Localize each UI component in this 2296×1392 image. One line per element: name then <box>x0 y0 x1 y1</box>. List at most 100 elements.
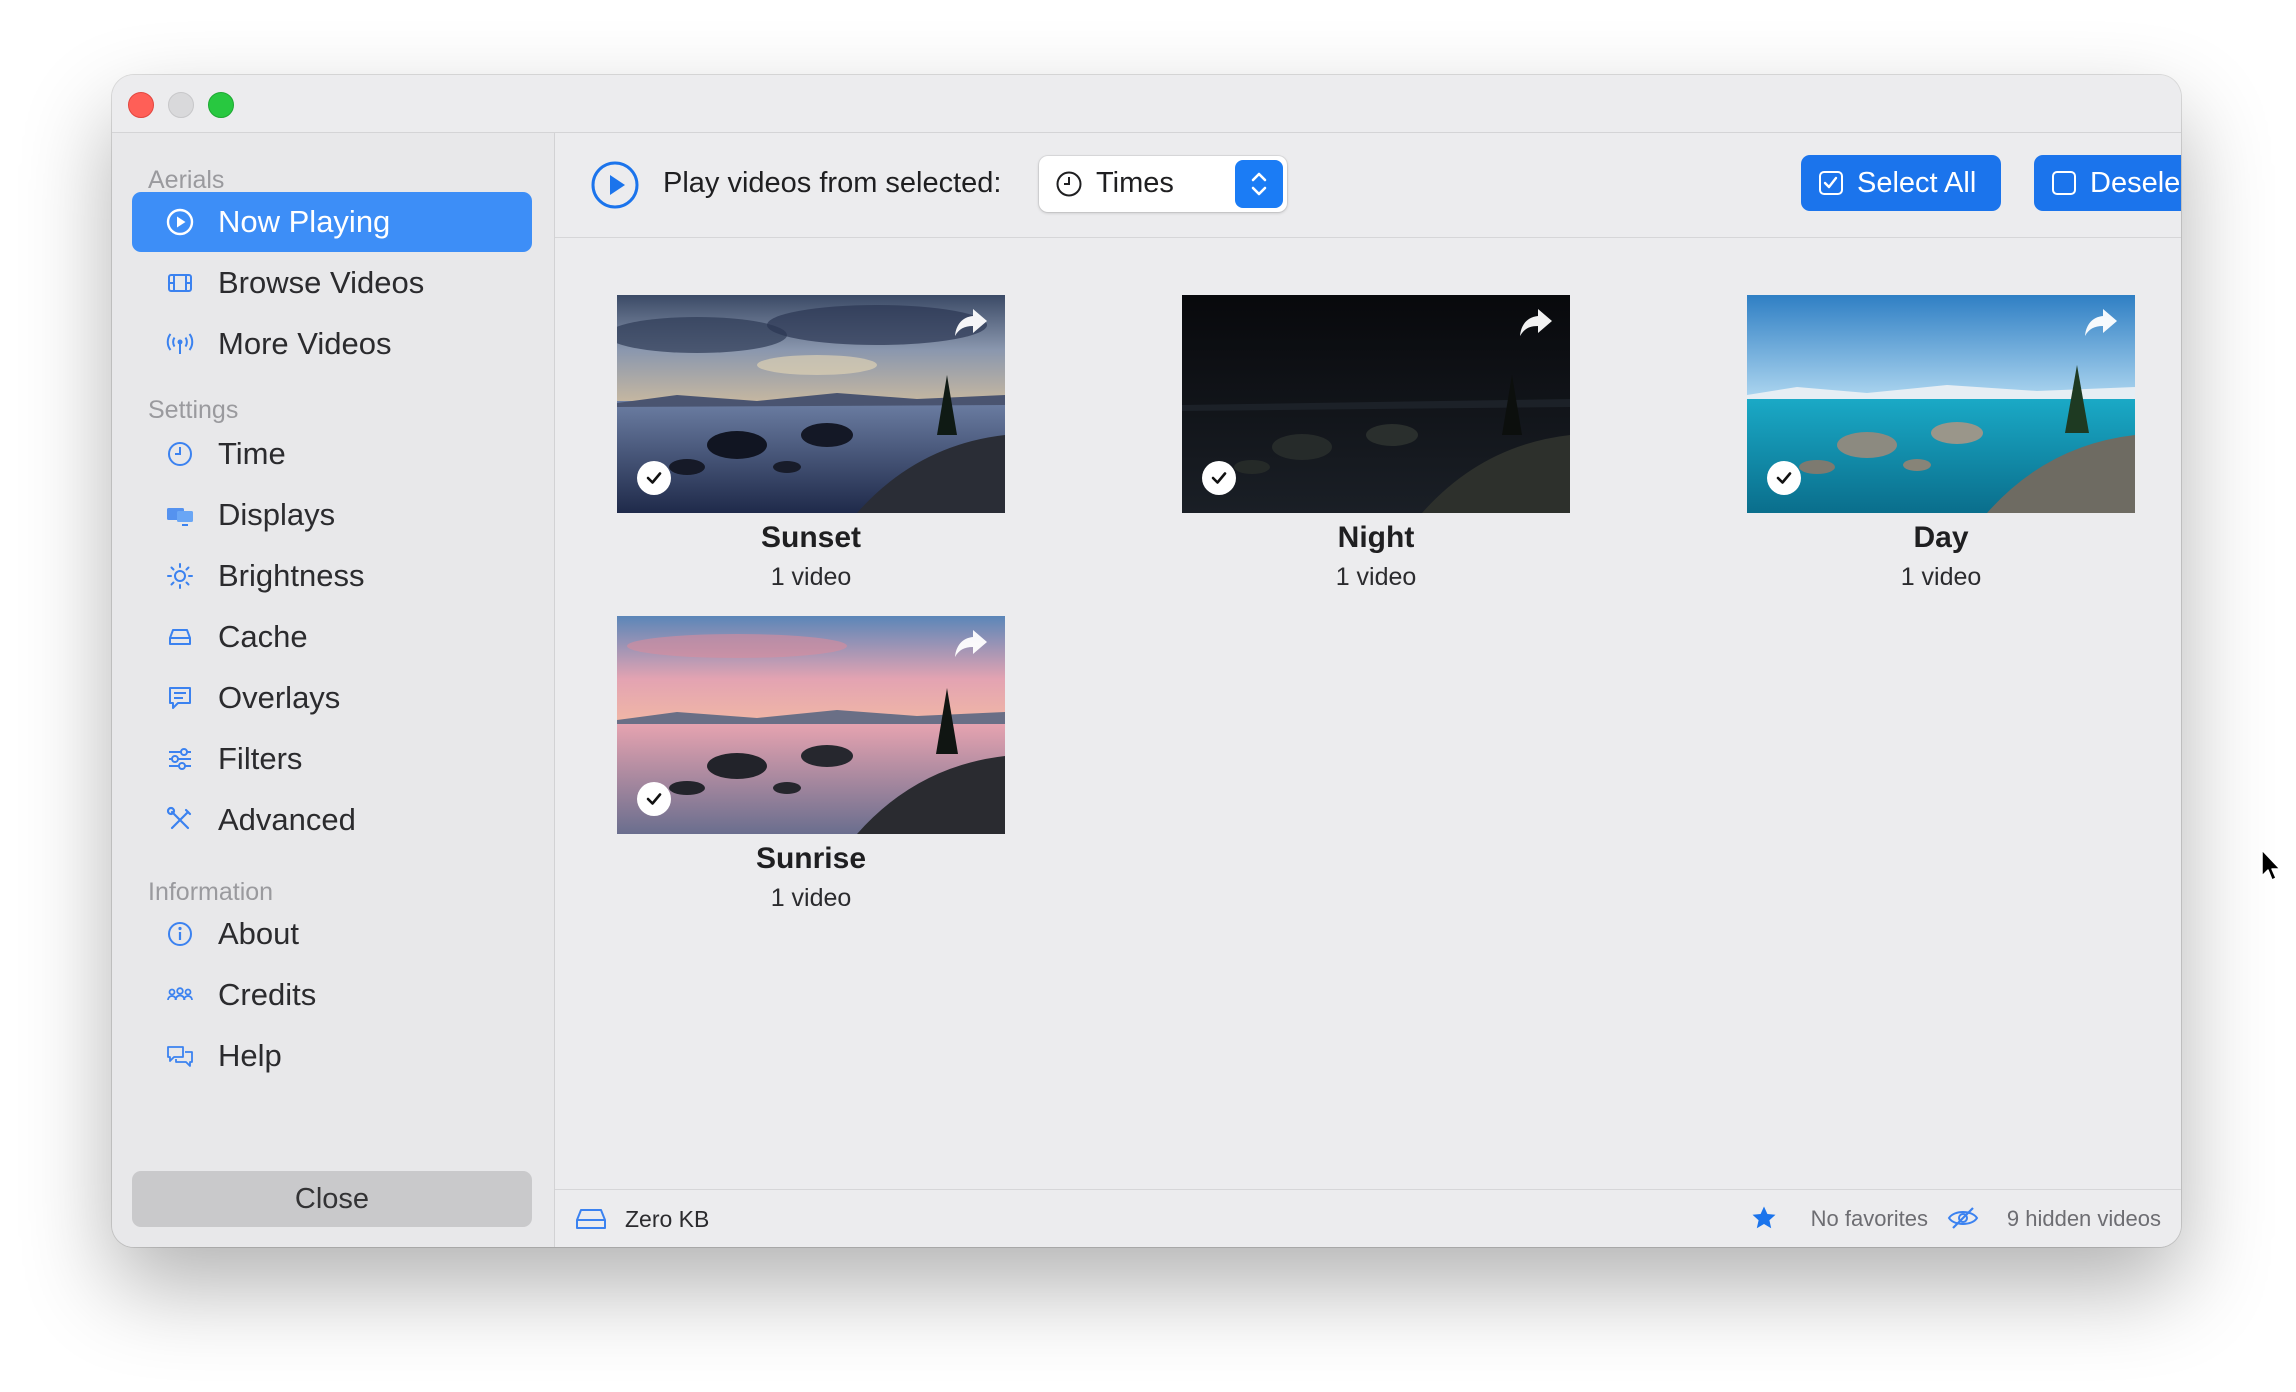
popup-selected-value: Times <box>1096 167 1174 199</box>
video-group-card-sunset[interactable]: Sunset 1 video <box>617 295 1005 595</box>
empty-checkbox-icon <box>2052 171 2076 195</box>
sidebar-item-label: Credits <box>218 977 317 1012</box>
checkmark-icon[interactable] <box>1767 461 1801 495</box>
zoom-window-button[interactable] <box>208 92 234 118</box>
sidebar-item-credits[interactable]: Credits <box>132 965 532 1025</box>
card-title: Sunset <box>760 521 862 554</box>
sidebar-item-help[interactable]: Help <box>132 1026 532 1086</box>
info-icon <box>164 918 196 950</box>
antenna-icon <box>164 328 196 360</box>
card-title: Night <box>1337 521 1415 554</box>
sidebar-item-more-videos[interactable]: More Videos <box>132 314 532 374</box>
sidebar-item-label: Advanced <box>218 802 356 837</box>
sidebar-item-filters[interactable]: Filters <box>132 729 532 789</box>
sidebar-item-about[interactable]: About <box>132 904 532 964</box>
play-circle-icon[interactable] <box>589 159 641 211</box>
speech-bubble-icon <box>164 682 196 714</box>
day-lake-thumbnail <box>1747 295 2135 513</box>
card-title: Day <box>1913 521 1969 554</box>
sidebar: Aerials Now Playing Browse Videos More V… <box>112 133 555 1247</box>
checkmark-icon[interactable] <box>637 461 671 495</box>
sidebar-item-label: Filters <box>218 741 303 776</box>
sun-icon <box>164 560 196 592</box>
sidebar-item-label: Displays <box>218 497 336 532</box>
sidebar-item-label: Overlays <box>218 680 341 715</box>
video-group-card-night[interactable]: Night 1 video <box>1182 295 1570 595</box>
card-subtitle: 1 video <box>770 563 852 591</box>
drive-icon <box>164 621 196 653</box>
title-bar <box>112 75 2181 133</box>
video-thumbnail[interactable] <box>617 616 1005 834</box>
checkmark-icon[interactable] <box>1202 461 1236 495</box>
video-thumbnail[interactable] <box>617 295 1005 513</box>
main-content: Play videos from selected: Times Select … <box>555 133 2181 1247</box>
film-icon <box>164 267 196 299</box>
mouse-pointer-icon <box>2261 849 2281 881</box>
filter-popup-button[interactable]: Times <box>1039 156 1287 212</box>
sunset-lake-thumbnail <box>617 295 1005 513</box>
sidebar-item-label: More Videos <box>218 326 392 361</box>
sidebar-item-advanced[interactable]: Advanced <box>132 790 532 850</box>
select-all-label: Select All <box>1857 166 1977 199</box>
preferences-window: Aerials Now Playing Browse Videos More V… <box>112 75 2181 1247</box>
share-icon[interactable] <box>1516 305 1556 339</box>
chevron-updown-icon <box>1235 160 1283 208</box>
sidebar-item-cache[interactable]: Cache <box>132 607 532 667</box>
eye-slash-icon[interactable] <box>1947 1205 1979 1231</box>
select-all-button[interactable]: Select All <box>1801 155 2001 211</box>
sidebar-item-displays[interactable]: Displays <box>132 485 532 545</box>
section-title-information: Information <box>148 878 274 906</box>
chat-bubbles-icon <box>164 1040 196 1072</box>
clock-icon <box>164 438 196 470</box>
share-icon[interactable] <box>951 626 991 660</box>
sidebar-item-label: About <box>218 916 300 951</box>
star-icon[interactable] <box>1750 1204 1778 1232</box>
play-from-selected-label: Play videos from selected: <box>663 167 1002 199</box>
checkmark-icon[interactable] <box>637 782 671 816</box>
night-lake-thumbnail <box>1182 295 1570 513</box>
deselect-all-label: Deselect All <box>2090 166 2181 199</box>
hidden-videos-label[interactable]: 9 hidden videos <box>2007 1206 2161 1232</box>
play-circle-icon <box>164 206 196 238</box>
close-window-button[interactable] <box>128 92 154 118</box>
sidebar-item-time[interactable]: Time <box>132 424 532 484</box>
share-icon[interactable] <box>951 305 991 339</box>
sidebar-item-label: Now Playing <box>218 204 391 239</box>
card-subtitle: 1 video <box>770 884 852 912</box>
card-subtitle: 1 video <box>1900 563 1982 591</box>
video-thumbnail[interactable] <box>1747 295 2135 513</box>
minimize-window-button[interactable] <box>168 92 194 118</box>
tools-icon <box>164 804 196 836</box>
card-title: Sunrise <box>755 842 867 875</box>
section-title-settings: Settings <box>148 396 239 424</box>
toolbar: Play videos from selected: Times Select … <box>555 133 2181 238</box>
share-icon[interactable] <box>2081 305 2121 339</box>
video-thumbnail[interactable] <box>1182 295 1570 513</box>
sliders-icon <box>164 743 196 775</box>
favorites-label[interactable]: No favorites <box>1811 1206 1928 1232</box>
sidebar-item-browse-videos[interactable]: Browse Videos <box>132 253 532 313</box>
video-group-grid: Sunset 1 video Night 1 video Day 1 video… <box>555 238 2181 1189</box>
sidebar-item-label: Time <box>218 436 286 471</box>
cache-size-label: Zero KB <box>625 1206 710 1232</box>
drive-icon <box>576 1209 606 1229</box>
sidebar-item-label: Help <box>218 1038 282 1073</box>
status-bar: Zero KB No favorites 9 hidden videos <box>555 1189 2181 1247</box>
sidebar-item-label: Brightness <box>218 558 365 593</box>
sidebar-item-overlays[interactable]: Overlays <box>132 668 532 728</box>
people-icon <box>164 979 196 1011</box>
displays-icon <box>164 499 196 531</box>
clock-icon <box>1056 171 1082 197</box>
section-title-aerials: Aerials <box>148 166 225 194</box>
sunrise-lake-thumbnail <box>617 616 1005 834</box>
close-button[interactable]: Close <box>132 1171 532 1227</box>
checked-checkbox-icon <box>1819 171 1843 195</box>
deselect-all-button[interactable]: Deselect All <box>2034 155 2181 211</box>
video-group-card-sunrise[interactable]: Sunrise 1 video <box>617 616 1005 916</box>
card-subtitle: 1 video <box>1335 563 1417 591</box>
sidebar-item-now-playing[interactable]: Now Playing <box>132 192 532 252</box>
sidebar-item-label: Cache <box>218 619 308 654</box>
video-group-card-day[interactable]: Day 1 video <box>1747 295 2135 595</box>
sidebar-item-label: Browse Videos <box>218 265 425 300</box>
sidebar-item-brightness[interactable]: Brightness <box>132 546 532 606</box>
